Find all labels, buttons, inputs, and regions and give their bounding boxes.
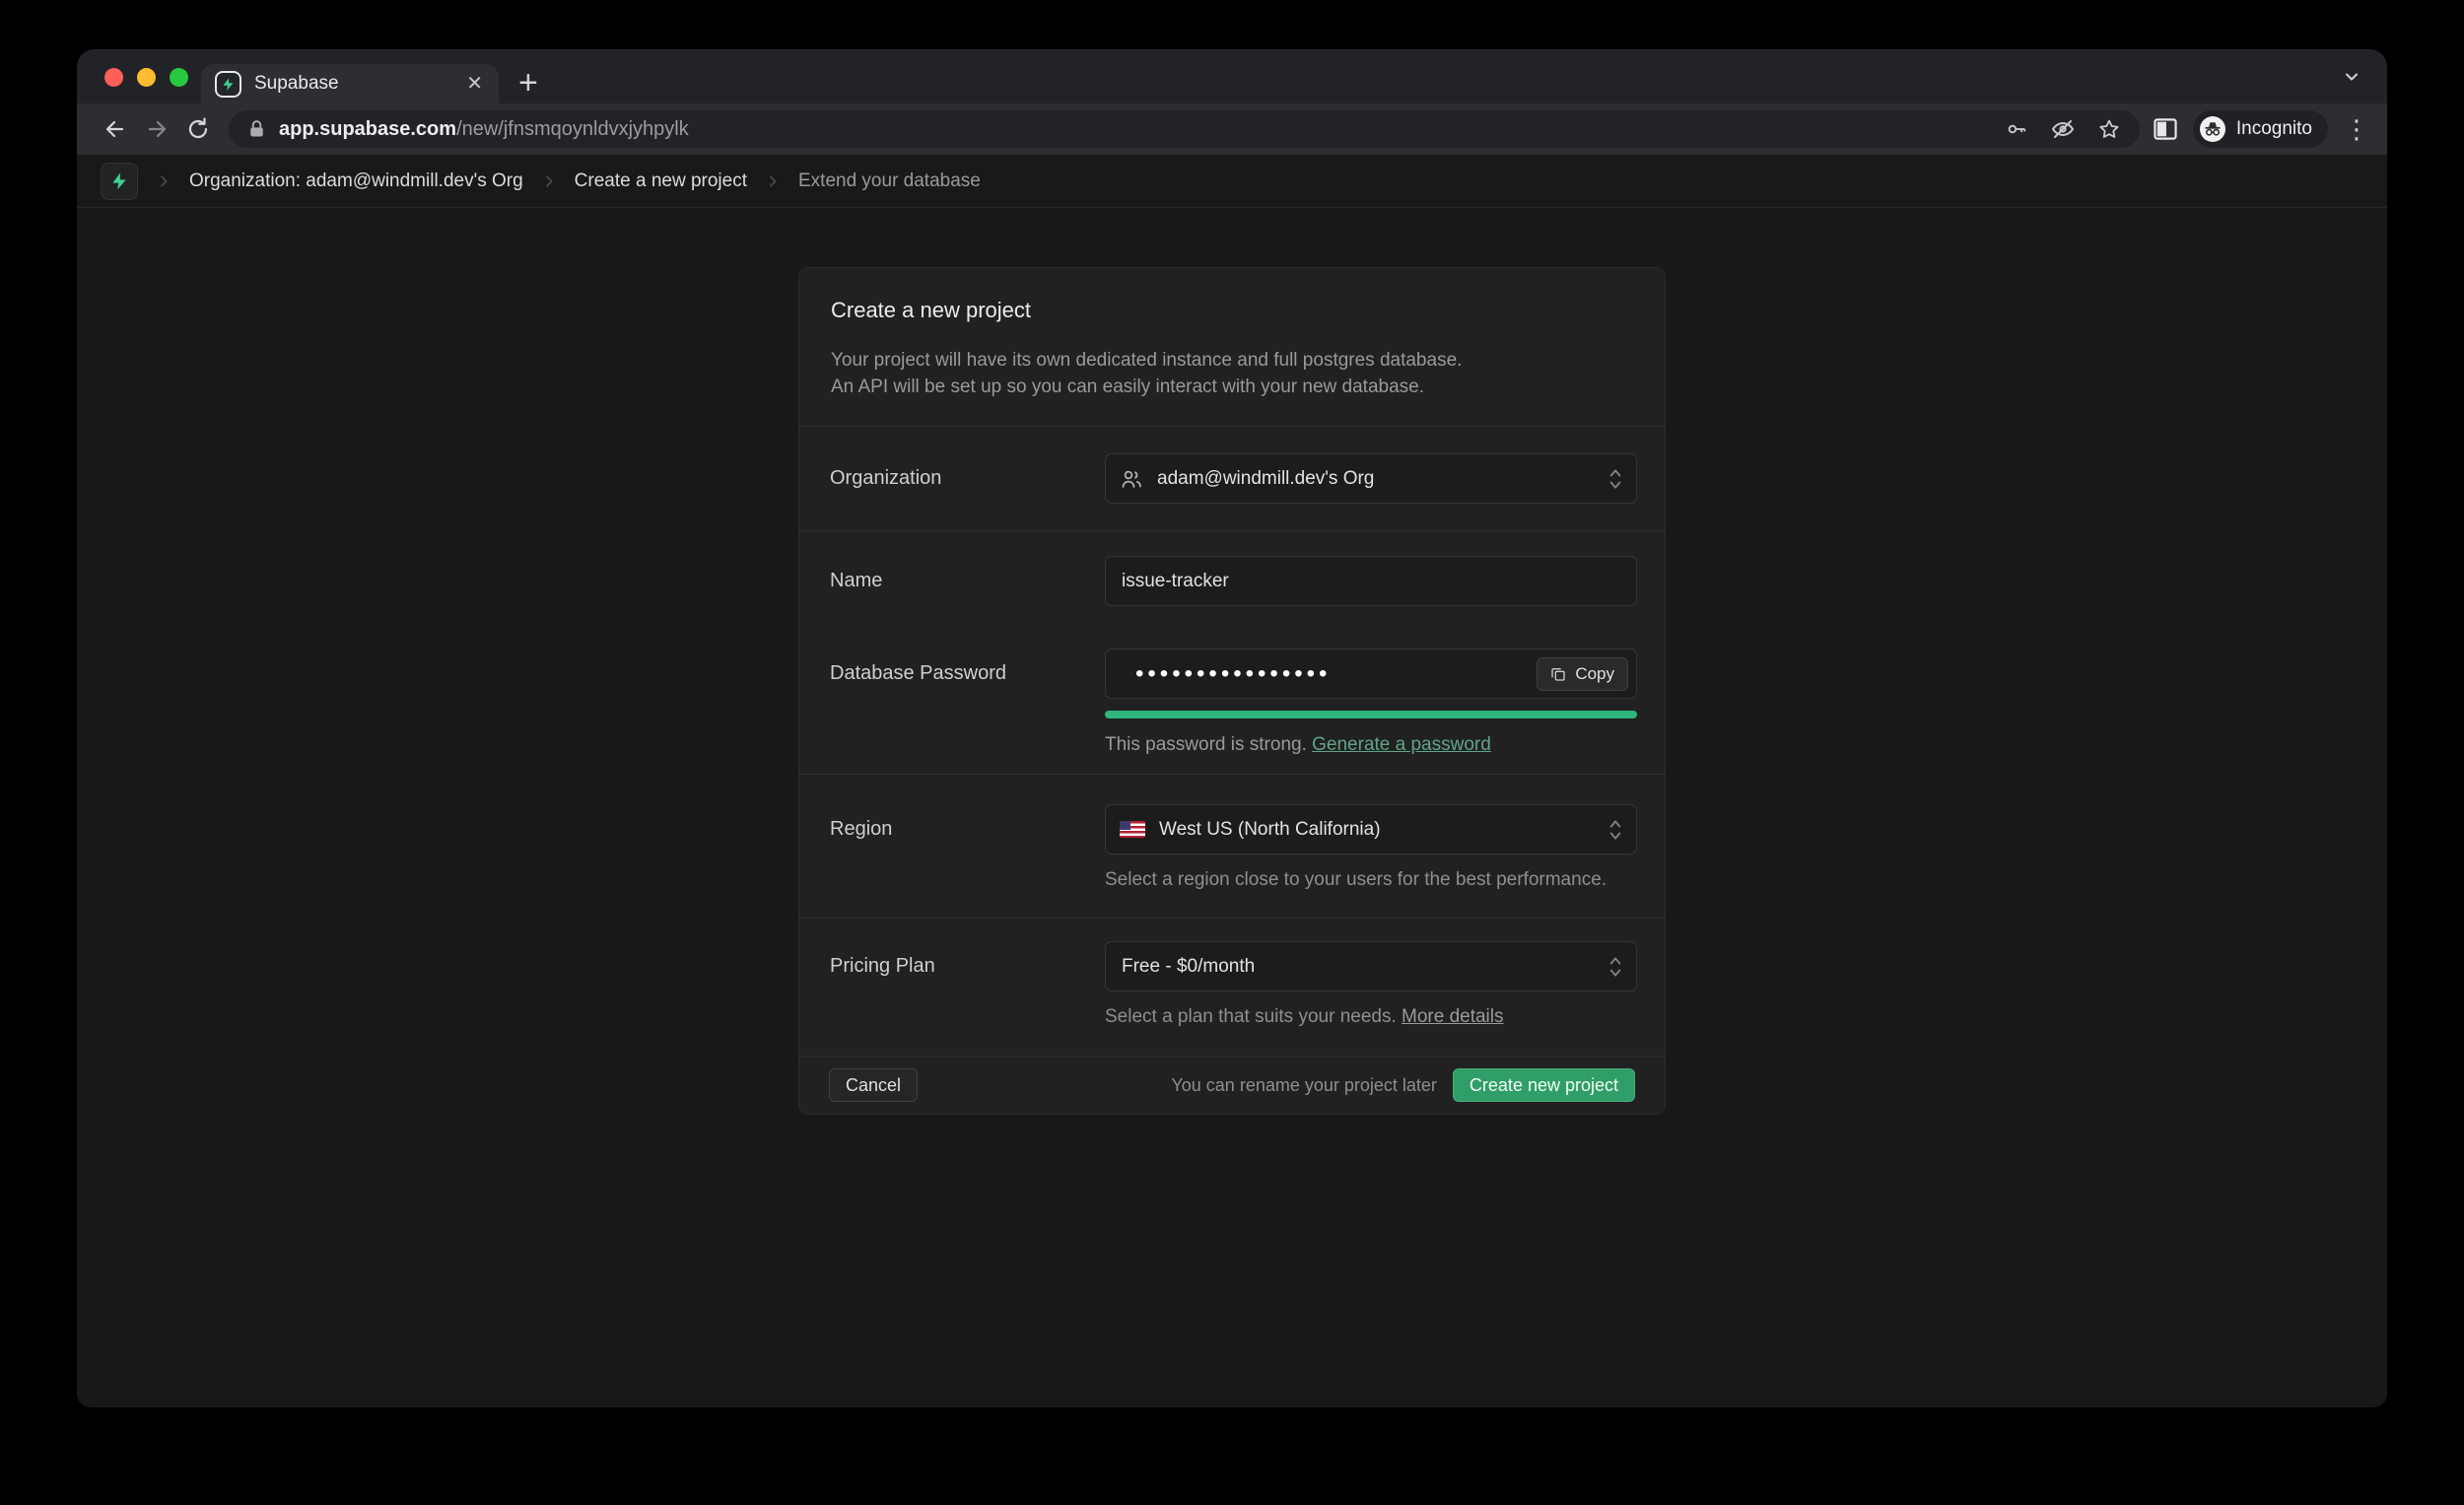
- side-panel-icon[interactable]: [2154, 118, 2177, 140]
- zoom-window-button[interactable]: [170, 68, 188, 87]
- create-new-project-button[interactable]: Create new project: [1453, 1068, 1635, 1102]
- card-description-line1: Your project will have its own dedicated…: [831, 347, 1633, 374]
- page-content: Organization: adam@windmill.dev's Org Cr…: [77, 155, 2387, 1407]
- breadcrumb-create-project[interactable]: Create a new project: [575, 171, 747, 192]
- select-chevrons-icon: [1608, 954, 1622, 980]
- supabase-favicon-icon: [215, 71, 241, 98]
- chevron-right-icon: [156, 173, 171, 189]
- more-details-link[interactable]: More details: [1402, 1006, 1504, 1027]
- card-footer: Cancel You can rename your project later…: [799, 1057, 1665, 1114]
- forward-icon[interactable]: [145, 117, 169, 141]
- incognito-icon: [2199, 115, 2226, 143]
- tab-close-icon[interactable]: ✕: [464, 72, 485, 96]
- bookmark-star-icon[interactable]: [2098, 118, 2120, 140]
- minimize-window-button[interactable]: [137, 68, 156, 87]
- browser-tab-supabase[interactable]: Supabase ✕: [201, 64, 499, 103]
- name-input[interactable]: issue-tracker: [1105, 556, 1637, 606]
- region-label: Region: [830, 804, 1105, 891]
- copy-button[interactable]: Copy: [1537, 657, 1628, 691]
- select-chevrons-icon: [1608, 466, 1622, 492]
- pricing-value: Free - $0/month: [1122, 956, 1255, 978]
- name-label: Name: [830, 556, 1105, 606]
- password-masked-value: ••••••••••••••••: [1120, 662, 1331, 686]
- generate-password-link[interactable]: Generate a password: [1312, 734, 1491, 755]
- pricing-help: Select a plan that suits your needs. Mor…: [1105, 1006, 1637, 1028]
- organization-label: Organization: [830, 453, 1105, 504]
- browser-window: Supabase ✕ + app.supabase.com/new/jfnsmq…: [77, 49, 2387, 1407]
- pricing-label: Pricing Plan: [830, 941, 1105, 1028]
- breadcrumb-organization[interactable]: Organization: adam@windmill.dev's Org: [189, 171, 523, 192]
- region-row: Region West US (North California) Select…: [799, 775, 1665, 918]
- eye-off-icon[interactable]: [2051, 117, 2075, 141]
- region-help: Select a region close to your users for …: [1105, 869, 1637, 891]
- pricing-select[interactable]: Free - $0/month: [1105, 941, 1637, 992]
- cancel-button[interactable]: Cancel: [829, 1068, 918, 1102]
- new-tab-button[interactable]: +: [518, 66, 538, 100]
- users-icon: [1120, 467, 1143, 491]
- url-path: /new/jfnsmqoynldvxjyhpylk: [456, 118, 689, 140]
- password-label: Database Password: [830, 649, 1105, 756]
- address-bar[interactable]: app.supabase.com/new/jfnsmqoynldvxjyhpyl…: [229, 110, 2140, 148]
- chevron-right-icon: [541, 173, 557, 189]
- rename-note: You can rename your project later: [1171, 1075, 1437, 1096]
- password-strength-text: This password is strong.: [1105, 734, 1312, 755]
- breadcrumb-extend-database: Extend your database: [798, 171, 981, 192]
- url-text: app.supabase.com/new/jfnsmqoynldvxjyhpyl…: [279, 118, 689, 141]
- incognito-badge: Incognito: [2193, 110, 2328, 148]
- password-row: Database Password •••••••••••••••• Copy …: [799, 649, 1665, 756]
- organization-select[interactable]: adam@windmill.dev's Org: [1105, 453, 1637, 504]
- us-flag-icon: [1120, 821, 1145, 838]
- lock-icon[interactable]: [248, 119, 265, 139]
- reload-icon[interactable]: [186, 117, 210, 141]
- page-title: Create a new project: [831, 298, 1633, 323]
- url-domain: app.supabase.com: [279, 118, 456, 140]
- password-strength-bar: [1105, 711, 1637, 718]
- password-help: This password is strong. Generate a pass…: [1105, 734, 1637, 756]
- tab-strip: Supabase ✕ +: [77, 49, 2387, 103]
- tab-search-chevron-icon[interactable]: [2342, 67, 2361, 87]
- name-value: issue-tracker: [1122, 571, 1229, 592]
- back-icon[interactable]: [103, 117, 127, 141]
- card-description-line2: An API will be set up so you can easily …: [831, 374, 1633, 400]
- pricing-row: Pricing Plan Free - $0/month Select a pl…: [799, 919, 1665, 1056]
- copy-icon: [1550, 666, 1566, 682]
- close-window-button[interactable]: [104, 68, 123, 87]
- tab-title: Supabase: [254, 73, 464, 95]
- chevron-right-icon: [765, 173, 781, 189]
- supabase-logo-icon[interactable]: [101, 163, 138, 200]
- card-header: Create a new project Your project will h…: [799, 268, 1665, 426]
- main-area: Create a new project Your project will h…: [77, 208, 2387, 1407]
- region-select[interactable]: West US (North California): [1105, 804, 1637, 855]
- pricing-help-text: Select a plan that suits your needs.: [1105, 1006, 1402, 1027]
- copy-label: Copy: [1575, 664, 1614, 684]
- browser-menu-icon[interactable]: ⋮: [2344, 114, 2369, 145]
- create-project-card: Create a new project Your project will h…: [798, 267, 1666, 1115]
- select-chevrons-icon: [1608, 817, 1622, 843]
- incognito-label: Incognito: [2236, 118, 2312, 140]
- region-value: West US (North California): [1159, 819, 1381, 841]
- browser-toolbar: app.supabase.com/new/jfnsmqoynldvxjyhpyl…: [77, 103, 2387, 155]
- organization-row: Organization adam@windmill.dev's Org: [799, 427, 1665, 530]
- app-header: Organization: adam@windmill.dev's Org Cr…: [77, 155, 2387, 208]
- name-row: Name issue-tracker: [799, 556, 1665, 606]
- password-key-icon[interactable]: [2006, 118, 2027, 140]
- password-input[interactable]: •••••••••••••••• Copy: [1105, 649, 1637, 699]
- window-controls: [104, 68, 188, 87]
- organization-value: adam@windmill.dev's Org: [1157, 468, 1374, 490]
